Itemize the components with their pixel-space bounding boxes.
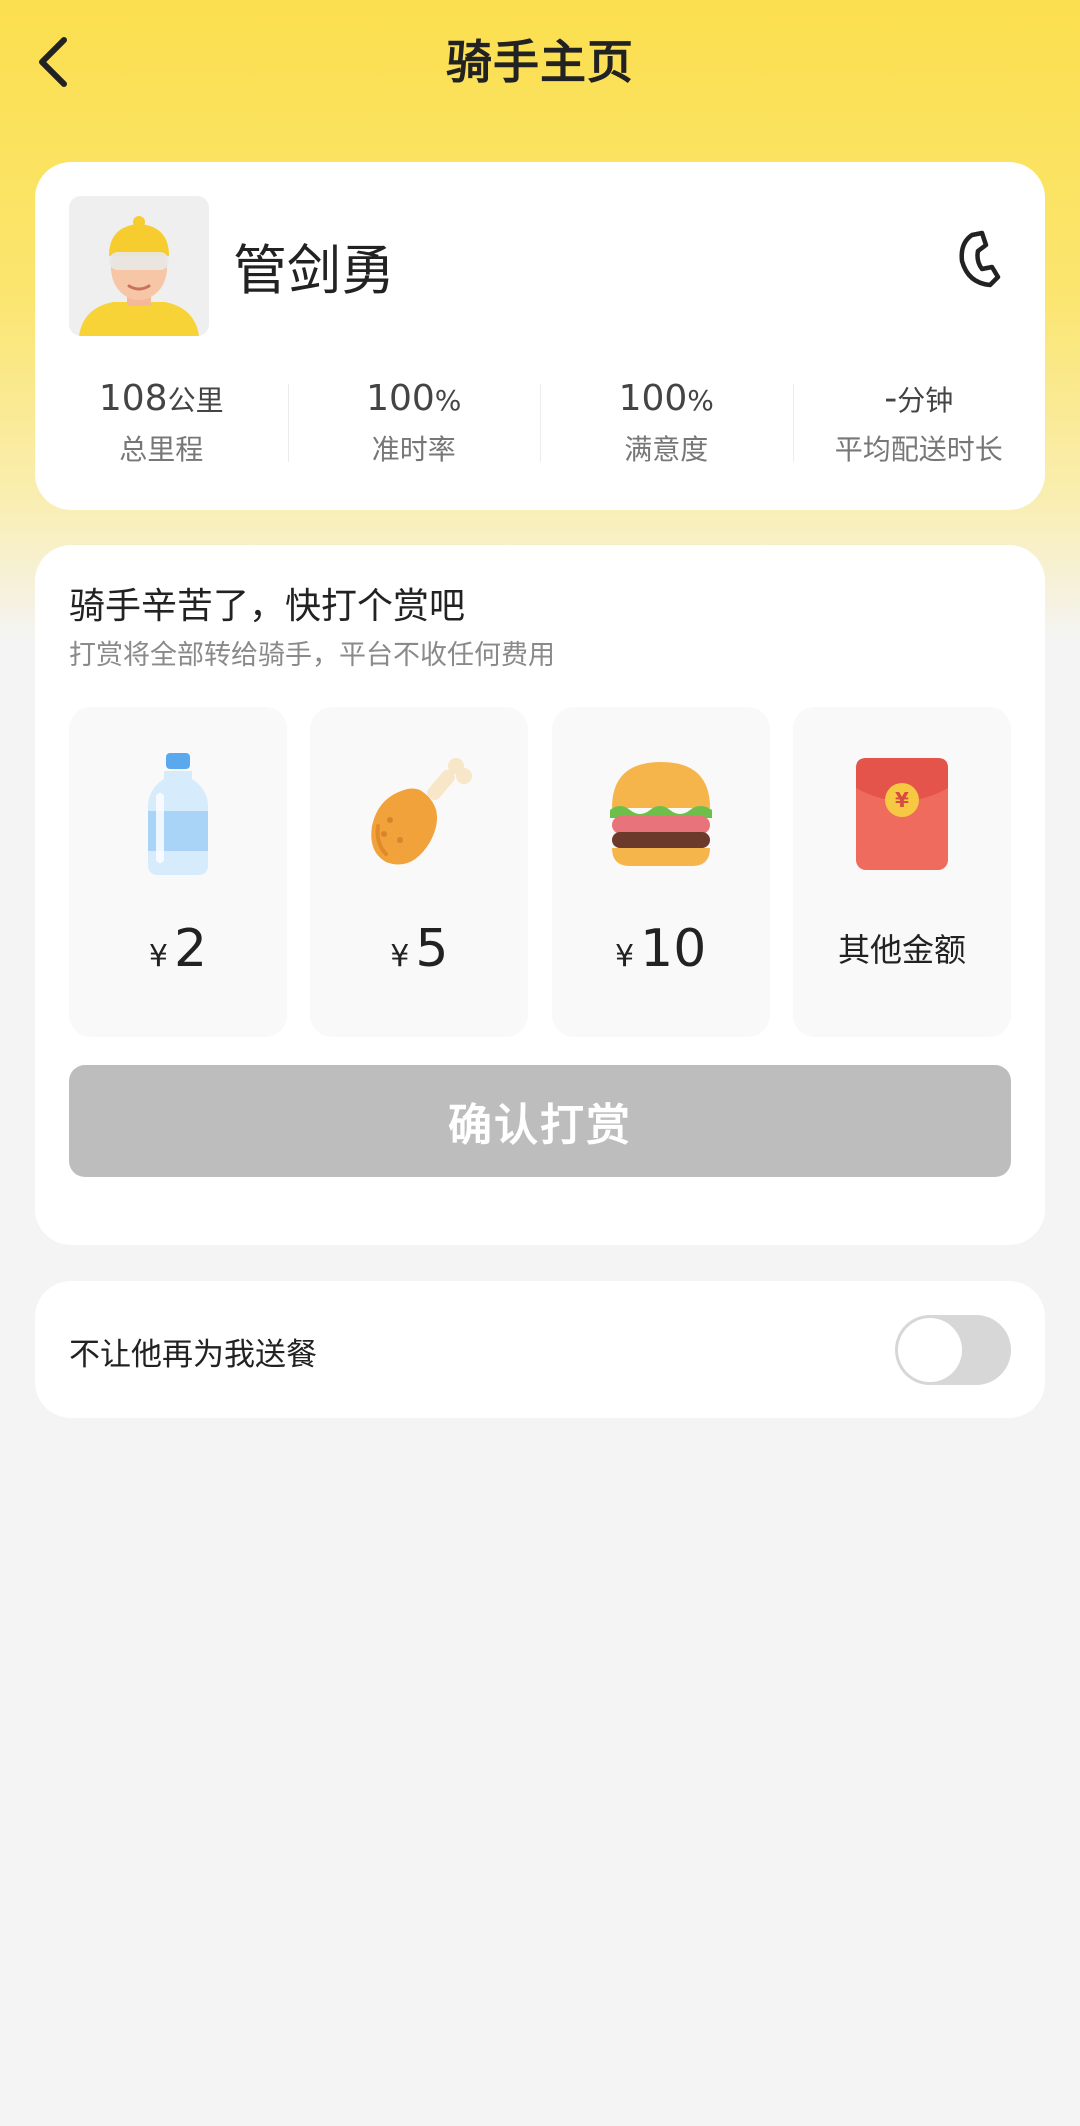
reward-option-5[interactable]: ¥5 (310, 707, 529, 1037)
call-button[interactable] (949, 228, 1011, 290)
rider-card: 管剑勇 108公里 总里程 100% 准时率 100% 满意度 -分钟 平均配送… (35, 162, 1045, 510)
block-rider-label: 不让他再为我送餐 (69, 1337, 317, 1373)
stat-total-distance: 108公里 总里程 (35, 374, 288, 484)
stat-on-time-rate: 100% 准时率 (287, 374, 541, 484)
stat-value: 100 (366, 378, 435, 419)
toggle-knob (898, 1318, 962, 1382)
reward-option-other[interactable]: ¥ 其他金额 (792, 707, 1011, 1037)
stat-label: 总里程 (119, 433, 204, 466)
burger-icon (596, 749, 726, 879)
reward-subtitle: 打赏将全部转给骑手，平台不收任何费用 (69, 640, 555, 671)
phone-icon (959, 230, 1001, 288)
reward-amount: 10 (640, 919, 707, 979)
currency-symbol: ¥ (148, 939, 168, 974)
stat-value: 108 (98, 378, 168, 419)
red-envelope-icon: ¥ (837, 749, 967, 879)
rider-avatar-icon (69, 196, 209, 336)
stat-unit: 公里 (167, 384, 224, 417)
reward-card: 骑手辛苦了，快打个赏吧 打赏将全部转给骑手，平台不收任何费用 ¥2 ¥ 5 ¥ … (35, 545, 1045, 1245)
reward-amount: 2 (174, 919, 208, 979)
currency-symbol: ¥ (390, 939, 410, 974)
stat-unit: % (434, 384, 462, 417)
chicken-leg-icon (354, 749, 484, 879)
reward-option-2[interactable]: ¥2 (69, 707, 287, 1037)
stat-label: 准时率 (371, 433, 456, 466)
other-amount-label: 其他金额 (837, 931, 966, 969)
rider-name: 管剑勇 (233, 239, 395, 302)
stat-unit: % (687, 384, 714, 417)
reward-options: ¥2 ¥5 ¥ 10 ¥ 其他金额 (69, 707, 1011, 1037)
stat-label: 满意度 (624, 433, 709, 466)
stat-avg-delivery-time: -分钟 平均配送时长 (792, 374, 1046, 484)
confirm-reward-button[interactable]: 确认打赏 (69, 1065, 1011, 1177)
currency-symbol: ¥ (615, 939, 635, 974)
water-bottle-icon (113, 749, 243, 879)
header: 骑手主页 (0, 0, 1080, 124)
stat-satisfaction: 100% 满意度 (540, 374, 793, 484)
rider-stats: 108公里 总里程 100% 准时率 100% 满意度 -分钟 平均配送时长 (35, 374, 1045, 484)
stat-label: 平均配送时长 (834, 433, 1003, 466)
block-rider-toggle[interactable] (895, 1315, 1011, 1385)
avatar (69, 196, 209, 336)
block-rider-card: 不让他再为我送餐 (35, 1281, 1045, 1418)
page-title: 骑手主页 (446, 35, 634, 89)
stat-unit: 分钟 (897, 384, 954, 417)
svg-text:¥: ¥ (895, 788, 909, 812)
reward-title: 骑手辛苦了，快打个赏吧 (69, 586, 466, 627)
stat-value: - (884, 378, 898, 419)
reward-amount: 5 (415, 919, 449, 979)
stat-value: 100 (618, 378, 688, 419)
reward-option-10[interactable]: ¥10 (551, 707, 770, 1037)
